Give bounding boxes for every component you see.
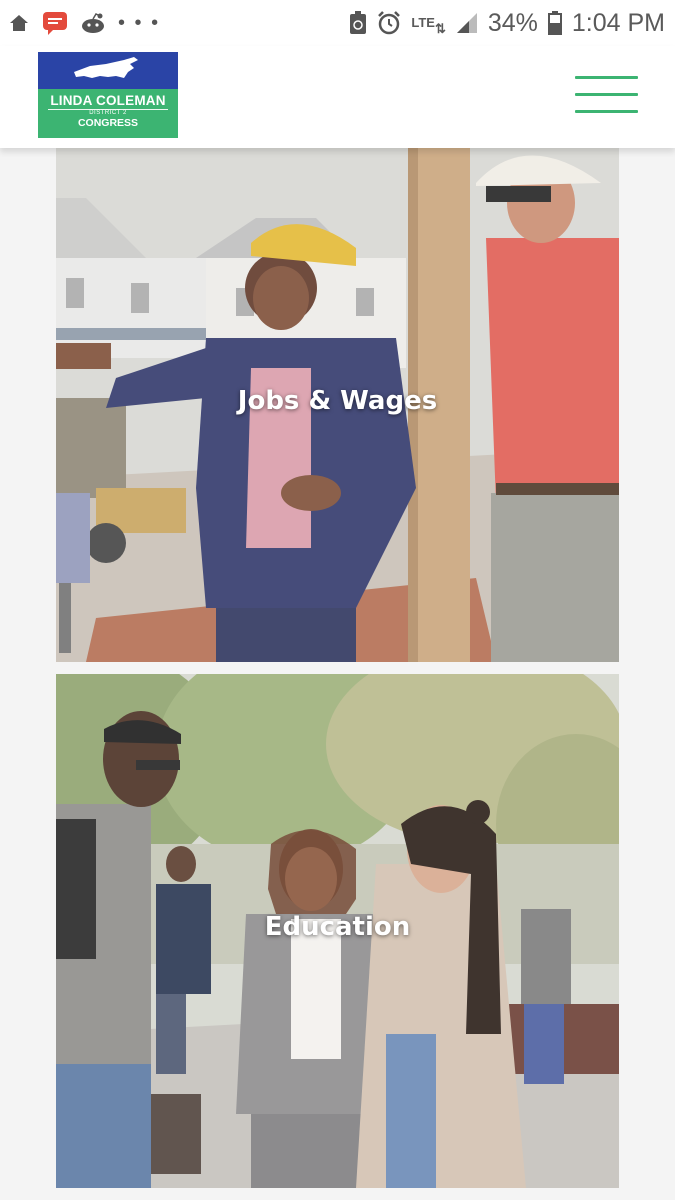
site-header: LINDA COLEMAN DISTRICT 2 CONGRESS [0, 46, 675, 148]
system-status: LTE ⇅ 34% 1:04 PM [349, 9, 675, 38]
reddit-icon [80, 12, 106, 34]
campaign-logo[interactable]: LINDA COLEMAN DISTRICT 2 CONGRESS [38, 52, 178, 138]
battery-percent: 34% [487, 8, 538, 37]
logo-text-band: LINDA COLEMAN DISTRICT 2 CONGRESS [38, 89, 178, 138]
issue-card-title: Education [264, 912, 411, 942]
issues-list: Jobs & Wages Education [0, 148, 675, 1200]
hamburger-menu-icon[interactable] [575, 74, 639, 116]
lte-icon: LTE ⇅ [411, 15, 446, 36]
clock: 1:04 PM [571, 8, 665, 37]
recycle-icon [349, 11, 367, 35]
status-bar: • • • LTE ⇅ 34% 1:04 PM [0, 0, 675, 46]
message-icon [42, 11, 68, 35]
home-icon [8, 13, 30, 33]
north-carolina-map-icon [74, 57, 138, 78]
battery-icon [547, 11, 562, 35]
issue-card-title: Jobs & Wages [237, 386, 438, 416]
issue-card-jobs-wages[interactable]: Jobs & Wages [56, 148, 619, 662]
signal-icon [456, 12, 478, 34]
alarm-icon [377, 11, 401, 35]
logo-candidate-name: LINDA COLEMAN [50, 93, 166, 108]
logo-divider [48, 109, 168, 110]
logo-office: CONGRESS [77, 117, 139, 129]
logo-state-band [38, 52, 178, 89]
lte-label: LTE [411, 15, 435, 30]
notification-icons: • • • [0, 11, 160, 35]
issue-card-education[interactable]: Education [56, 674, 619, 1188]
logo-district: DISTRICT 2 [89, 110, 127, 116]
more-dots-icon: • • • [118, 11, 161, 34]
